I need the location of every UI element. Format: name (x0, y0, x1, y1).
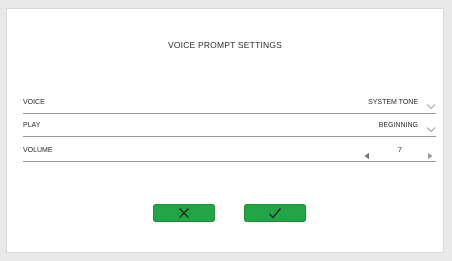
dialog-title: VOICE PROMPT SETTINGS (167, 40, 283, 50)
close-icon (179, 208, 189, 218)
increase-volume-icon[interactable] (426, 147, 434, 160)
voice-prompt-settings-dialog: VOICE PROMPT SETTINGS VOICE SYSTEM TONE … (6, 8, 444, 253)
setting-label-voice: VOICE (23, 99, 45, 106)
setting-row-volume: VOLUME 7 (23, 140, 436, 162)
setting-row-voice[interactable]: VOICE SYSTEM TONE (23, 92, 436, 114)
cancel-button[interactable] (153, 204, 215, 222)
setting-row-play[interactable]: PLAY BEGINNING (23, 115, 436, 137)
setting-value-play[interactable]: BEGINNING (379, 122, 418, 129)
confirm-button[interactable] (244, 204, 306, 222)
decrease-volume-icon[interactable] (363, 147, 371, 160)
setting-value-voice[interactable]: SYSTEM TONE (368, 99, 418, 106)
setting-label-play: PLAY (23, 122, 41, 129)
chevron-down-icon[interactable] (426, 98, 436, 110)
chevron-down-icon[interactable] (426, 121, 436, 133)
volume-stepper[interactable]: 7 (363, 146, 436, 160)
setting-label-volume: VOLUME (23, 147, 53, 154)
volume-value: 7 (398, 147, 402, 154)
checkmark-icon (269, 208, 282, 219)
